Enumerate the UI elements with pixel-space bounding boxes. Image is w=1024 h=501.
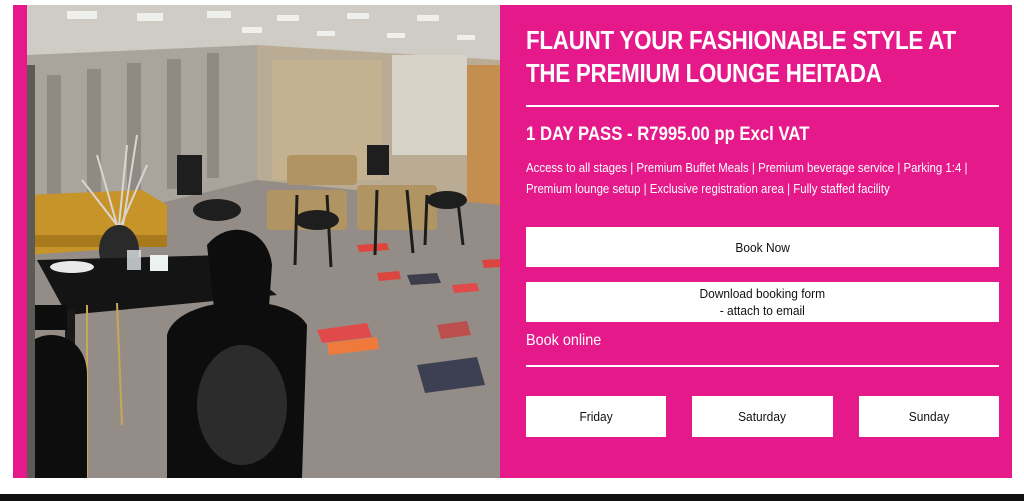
bottom-bar — [0, 494, 1024, 501]
day-button-friday[interactable]: Friday — [526, 396, 666, 437]
book-now-label: Book Now — [735, 239, 790, 255]
day-label-friday: Friday — [579, 409, 613, 424]
pass-description: Access to all stages | Premium Buffet Me… — [526, 160, 968, 196]
book-online-link[interactable]: Book online — [526, 332, 601, 350]
pass-title: 1 DAY PASS - R7995.00 pp Excl VAT — [526, 124, 810, 145]
day-button-sunday[interactable]: Sunday — [859, 396, 999, 437]
day-label-sunday: Sunday — [908, 409, 950, 424]
headline-line-2: THE PREMIUM LOUNGE HEITADA — [526, 58, 882, 88]
download-booking-form-button[interactable]: Download booking form - attach to email — [526, 282, 999, 322]
day-button-saturday[interactable]: Saturday — [692, 396, 833, 437]
download-label-line-1: Download booking form — [699, 286, 826, 301]
headline: FLAUNT YOUR FASHIONABLE STYLE AT THE PRE… — [526, 24, 990, 90]
headline-line-1: FLAUNT YOUR FASHIONABLE STYLE AT — [526, 25, 956, 55]
lounge-photo — [27, 5, 500, 478]
day-label-saturday: Saturday — [738, 409, 787, 424]
divider-bottom — [526, 365, 999, 367]
download-label-line-2: - attach to email — [719, 303, 806, 318]
divider-top — [526, 105, 999, 107]
book-now-button[interactable]: Book Now — [526, 227, 999, 267]
